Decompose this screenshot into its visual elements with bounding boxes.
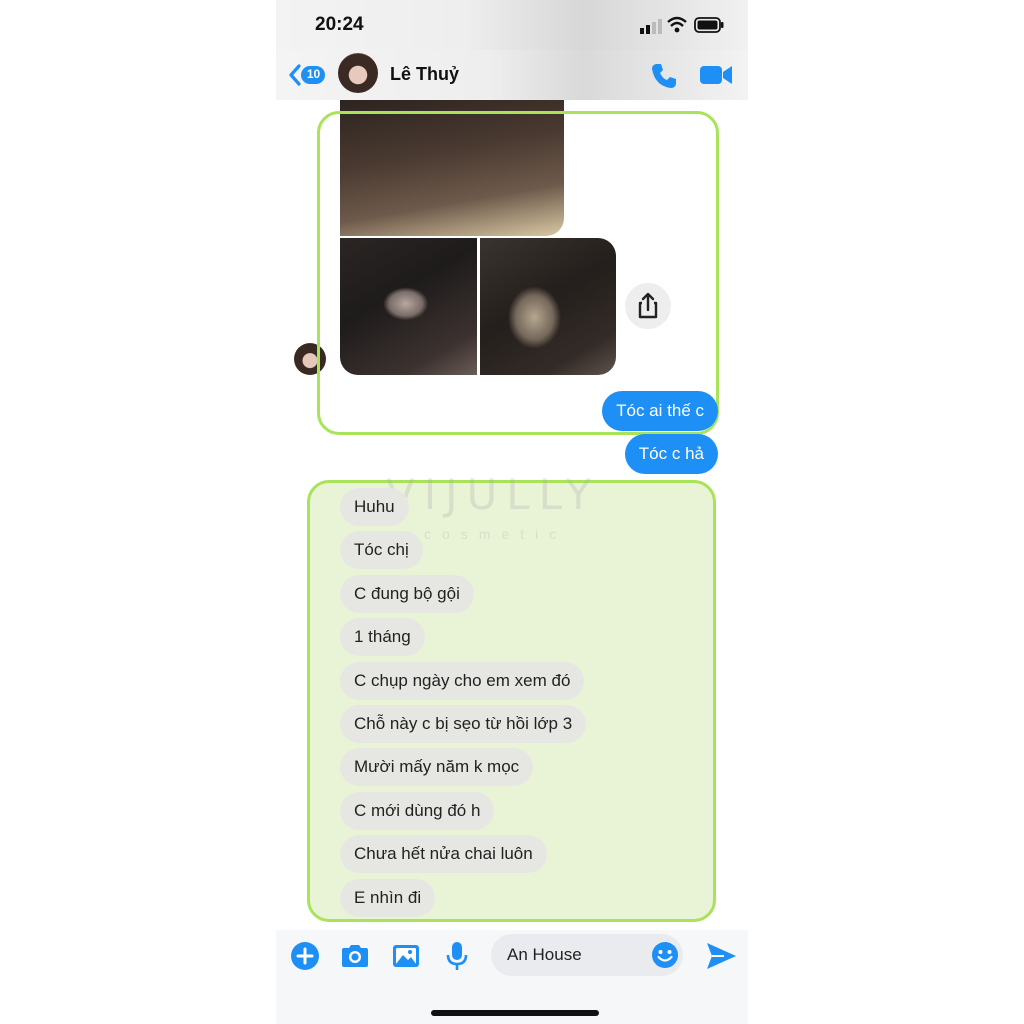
incoming-message[interactable]: Tóc chị bbox=[340, 531, 423, 570]
video-call-icon[interactable] bbox=[699, 63, 733, 87]
wifi-icon bbox=[667, 16, 687, 33]
incoming-message[interactable]: Chỗ này c bị sẹo từ hồi lớp 3 bbox=[340, 704, 587, 743]
microphone-icon[interactable] bbox=[441, 940, 473, 972]
highlight-box-photos bbox=[317, 111, 719, 435]
emoji-icon[interactable] bbox=[650, 940, 680, 970]
back-button[interactable]: 10 bbox=[288, 63, 328, 87]
image-icon[interactable] bbox=[390, 940, 422, 972]
incoming-message[interactable]: Chưa hết nửa chai luôn bbox=[340, 835, 547, 874]
incoming-message[interactable]: Mười mấy năm k mọc bbox=[340, 748, 534, 787]
message-input[interactable]: An House bbox=[491, 934, 683, 976]
send-icon[interactable] bbox=[704, 940, 738, 972]
status-time: 20:24 bbox=[315, 14, 364, 35]
signal-icon bbox=[640, 19, 662, 34]
incoming-message[interactable]: C mới dùng đó h bbox=[340, 791, 495, 830]
message-composer: An House bbox=[276, 930, 748, 1024]
message-input-text: An House bbox=[507, 945, 582, 964]
incoming-message[interactable]: Huhu bbox=[340, 488, 409, 526]
messenger-screen: 20:24 10 Lê Thuỷ VIJULLY cosmetic Tóc ai… bbox=[276, 0, 748, 1024]
outgoing-message[interactable]: Tóc c hả bbox=[624, 434, 718, 474]
phone-call-icon[interactable] bbox=[650, 62, 678, 90]
camera-icon[interactable] bbox=[339, 940, 371, 972]
incoming-message[interactable]: E nhìn đi bbox=[340, 878, 436, 917]
battery-icon bbox=[694, 17, 724, 33]
contact-name[interactable]: Lê Thuỷ bbox=[390, 64, 459, 85]
back-badge: 10 bbox=[306, 67, 321, 81]
incoming-message[interactable]: C đung bộ gội bbox=[340, 574, 474, 613]
incoming-message-list: Huhu Tóc chị C đung bộ gội 1 tháng C chụ… bbox=[340, 488, 587, 922]
status-bar: 20:24 bbox=[276, 0, 748, 50]
contact-avatar[interactable] bbox=[338, 53, 378, 93]
home-indicator bbox=[431, 1010, 599, 1016]
incoming-message[interactable]: 1 tháng bbox=[340, 618, 425, 657]
chat-header: 10 Lê Thuỷ bbox=[276, 50, 748, 100]
plus-icon[interactable] bbox=[289, 940, 321, 972]
outgoing-message[interactable]: Tóc ai thế c bbox=[602, 391, 718, 431]
incoming-message[interactable]: C chụp ngày cho em xem đó bbox=[340, 661, 585, 700]
